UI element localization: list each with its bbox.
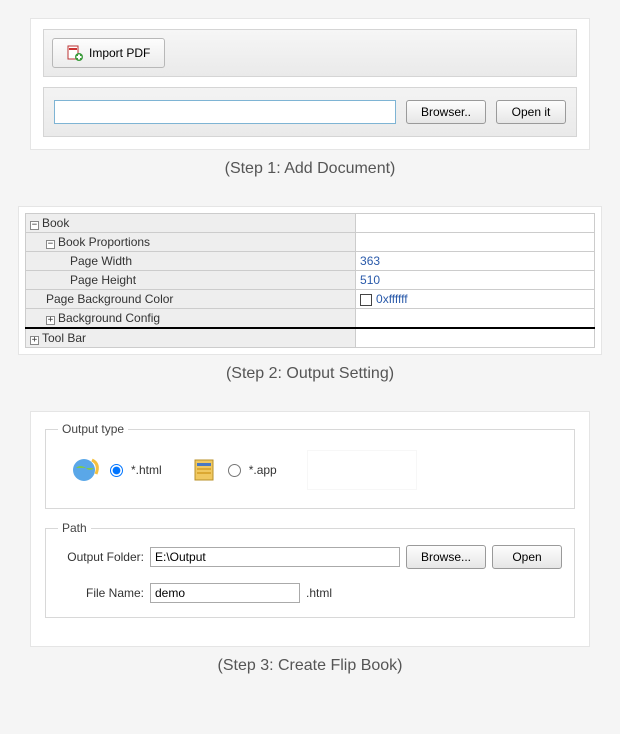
- browser-button[interactable]: Browser..: [406, 100, 486, 124]
- row-background-config[interactable]: +Background Config: [26, 309, 595, 329]
- step1-caption: (Step 1: Add Document): [18, 160, 602, 178]
- expand-icon[interactable]: +: [30, 336, 39, 345]
- collapse-icon[interactable]: −: [30, 221, 39, 230]
- option-app[interactable]: *.app: [192, 456, 277, 484]
- import-pdf-button[interactable]: Import PDF: [52, 38, 165, 68]
- open-it-button[interactable]: Open it: [496, 100, 566, 124]
- row-bg-color[interactable]: Page Background Color 0xffffff: [26, 290, 595, 309]
- step3-panel: Output type *.html: [30, 411, 590, 647]
- expand-icon[interactable]: +: [46, 316, 55, 325]
- collapse-icon[interactable]: −: [46, 240, 55, 249]
- import-bar: Import PDF: [43, 29, 577, 77]
- radio-app-label: *.app: [249, 463, 277, 477]
- package-icon: [192, 456, 220, 484]
- output-type-fieldset: Output type *.html: [45, 422, 575, 509]
- open-button[interactable]: Open: [492, 545, 562, 569]
- file-name-ext: .html: [306, 586, 332, 600]
- row-book[interactable]: −Book: [26, 214, 595, 233]
- radio-app[interactable]: [228, 464, 241, 477]
- path-legend: Path: [58, 521, 91, 535]
- file-name-input[interactable]: [150, 583, 300, 603]
- row-page-width[interactable]: Page Width 363: [26, 252, 595, 271]
- property-grid: −Book −Book Proportions Page Width 363 P…: [25, 213, 595, 348]
- output-type-legend: Output type: [58, 422, 128, 436]
- path-fieldset: Path Output Folder: Browse... Open File …: [45, 521, 575, 618]
- preview-placeholder: [307, 450, 417, 490]
- step2-caption: (Step 2: Output Setting): [18, 365, 602, 383]
- bg-color-value[interactable]: 0xffffff: [356, 290, 595, 309]
- row-tool-bar[interactable]: +Tool Bar: [26, 328, 595, 348]
- step3-caption: (Step 3: Create Flip Book): [18, 657, 602, 675]
- page-width-value[interactable]: 363: [356, 252, 595, 271]
- pdf-plus-icon: [67, 45, 83, 61]
- radio-html[interactable]: [110, 464, 123, 477]
- browse-button[interactable]: Browse...: [406, 545, 486, 569]
- color-swatch-icon: [360, 294, 372, 306]
- radio-html-label: *.html: [131, 463, 162, 477]
- file-name-label: File Name:: [58, 586, 144, 600]
- file-path-bar: Browser.. Open it: [43, 87, 577, 137]
- option-html[interactable]: *.html: [70, 454, 162, 486]
- step1-panel: Import PDF Browser.. Open it: [30, 18, 590, 150]
- file-path-input[interactable]: [54, 100, 396, 124]
- step2-panel: −Book −Book Proportions Page Width 363 P…: [18, 206, 602, 355]
- output-folder-input[interactable]: [150, 547, 400, 567]
- row-book-proportions[interactable]: −Book Proportions: [26, 233, 595, 252]
- row-page-height[interactable]: Page Height 510: [26, 271, 595, 290]
- output-folder-label: Output Folder:: [58, 550, 144, 564]
- globe-icon: [70, 454, 102, 486]
- page-height-value[interactable]: 510: [356, 271, 595, 290]
- import-pdf-label: Import PDF: [89, 46, 150, 60]
